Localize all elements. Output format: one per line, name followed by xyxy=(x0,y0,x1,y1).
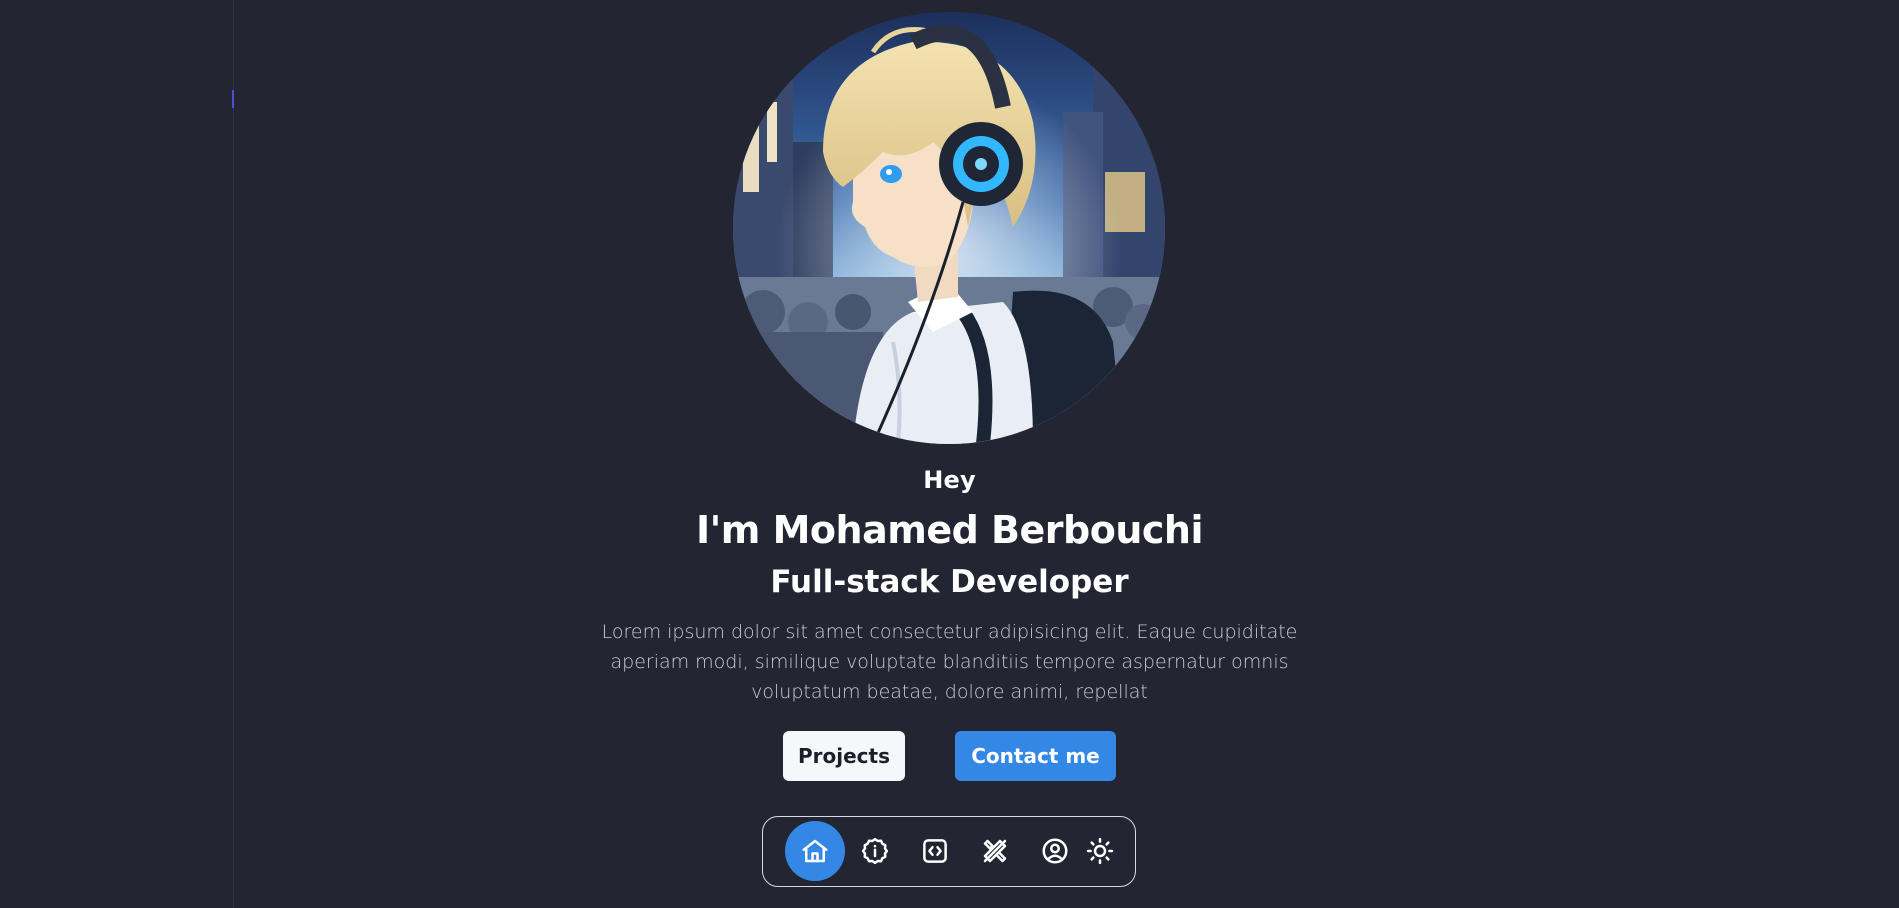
info-icon xyxy=(861,837,889,865)
avatar-illustration xyxy=(733,12,1165,444)
active-indicator xyxy=(785,821,845,881)
hero-bio-paragraph: Lorem ipsum dolor sit amet consectetur a… xyxy=(601,621,1298,703)
user-circle-icon xyxy=(1042,838,1068,864)
hero-name-heading: I'm Mohamed Berbouchi xyxy=(696,508,1203,552)
home-icon xyxy=(802,839,828,863)
projects-button[interactable]: Projects xyxy=(783,731,905,781)
tools-icon xyxy=(983,839,1007,863)
sidebar-divider xyxy=(233,0,234,908)
nav-home-button[interactable] xyxy=(785,817,845,885)
code-icon xyxy=(923,839,947,863)
nav-about-button[interactable] xyxy=(845,817,905,885)
nav-skills-button[interactable] xyxy=(965,817,1025,885)
sun-icon xyxy=(1086,837,1114,865)
contact-me-button[interactable]: Contact me xyxy=(955,731,1116,781)
greeting-text: Hey xyxy=(923,466,976,494)
bottom-nav-dock xyxy=(762,816,1136,887)
page: Hey I'm Mohamed Berbouchi Full-stack Dev… xyxy=(0,0,1899,908)
hero-role-subtitle: Full-stack Developer xyxy=(770,564,1129,600)
nav-projects-button[interactable] xyxy=(905,817,965,885)
scroll-indicator xyxy=(232,90,234,108)
profile-avatar xyxy=(733,12,1165,444)
theme-toggle-button[interactable] xyxy=(1070,817,1130,885)
